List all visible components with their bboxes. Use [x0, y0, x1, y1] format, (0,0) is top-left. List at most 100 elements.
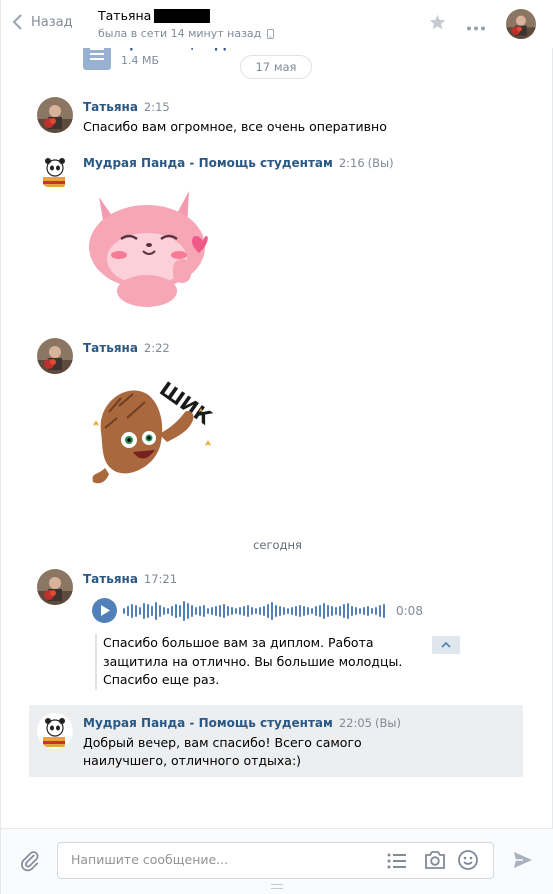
message-time[interactable]: 17:21 [144, 572, 177, 586]
waveform-bar [235, 607, 237, 614]
waveform-bar [123, 607, 125, 614]
waveform-bar [259, 606, 261, 615]
more-button[interactable] [466, 20, 486, 35]
waveform-bar [163, 606, 165, 615]
voice-message: 0:08 [92, 598, 423, 623]
waveform-bar [147, 603, 149, 618]
star-icon [429, 14, 446, 30]
waveform-bar [243, 605, 245, 616]
waveform-bar [311, 607, 313, 614]
waveform-bar [287, 607, 289, 614]
camera-icon [425, 851, 445, 869]
waveform-bar [199, 605, 201, 616]
waveform-bar [303, 605, 305, 616]
waveform-bar [215, 605, 217, 616]
peer-info[interactable]: Татьяна была в сети 14 минут назад [98, 8, 275, 40]
waveform-bar [159, 604, 161, 617]
chat-page: презентация.ppt 1.4 МБ 17 мая Татьяна2:1… [0, 0, 553, 894]
waveform-bar [127, 605, 129, 616]
chat-header: Назад Татьяна была в сети 14 минут назад [1, 0, 553, 48]
waveform-bar [167, 607, 169, 614]
author-name[interactable]: Татьяна [83, 572, 138, 586]
waveform-bar [351, 605, 353, 616]
star-button[interactable] [429, 14, 446, 34]
waveform-bar [183, 600, 185, 621]
voice-duration: 0:08 [396, 603, 423, 618]
waveform-bar [371, 607, 373, 614]
emoji-button[interactable] [457, 849, 479, 875]
smile-icon [458, 850, 478, 870]
back-button[interactable]: Назад [13, 14, 73, 30]
redacted-surname [154, 8, 211, 23]
waveform-bar [383, 603, 385, 618]
waveform-bar [279, 605, 281, 616]
message-time[interactable]: 2:15 [144, 100, 170, 114]
waveform-bar [207, 607, 209, 614]
waveform-bar [295, 605, 297, 616]
send-icon [514, 852, 532, 868]
waveform-bar [315, 605, 317, 616]
waveform-bar [299, 604, 301, 617]
avatar[interactable] [37, 97, 73, 133]
waveform-bar [323, 602, 325, 619]
author-name[interactable]: Мудрая Панда - Помощь студентам [83, 716, 333, 730]
waveform-bar [195, 606, 197, 615]
send-button[interactable] [513, 850, 533, 874]
waveform-bar [291, 606, 293, 615]
waveform-bar [343, 603, 345, 618]
attach-button[interactable] [19, 850, 41, 876]
date-separator: сегодня [253, 538, 302, 552]
waveform-bar [239, 606, 241, 615]
avatar[interactable] [37, 569, 73, 605]
waveform-bar [131, 603, 133, 618]
message-feed[interactable]: презентация.ppt 1.4 МБ 17 мая Татьяна2:1… [1, 0, 553, 828]
author-name[interactable]: Мудрая Панда - Помощь студентам [83, 156, 333, 170]
chevron-left-icon [13, 14, 22, 30]
waveform-bar [263, 605, 265, 616]
waveform-bar [275, 604, 277, 617]
message-text: Спасибо вам огромное, все очень оператив… [83, 119, 387, 134]
waveform-bar [187, 602, 189, 619]
shik-sticker[interactable]: ШИК [87, 372, 222, 498]
you-label: (Вы) [374, 716, 401, 730]
avatar[interactable] [37, 713, 73, 749]
waveform-bar [379, 604, 381, 617]
waveform-bar [135, 604, 137, 617]
waveform-bar [211, 606, 213, 615]
waveform-bar [191, 604, 193, 617]
date-separator: 17 мая [240, 55, 312, 79]
message-time[interactable]: 2:22 [144, 341, 170, 355]
templates-button[interactable] [387, 852, 407, 874]
back-label: Назад [31, 14, 73, 30]
peer-avatar[interactable] [506, 9, 536, 39]
collapse-transcript-button[interactable] [432, 636, 460, 654]
waveform-bar [247, 604, 249, 617]
waveform-bar [335, 606, 337, 615]
play-button[interactable] [92, 598, 117, 623]
waveform-bar [331, 605, 333, 616]
message-input[interactable] [71, 852, 371, 867]
voice-waveform[interactable] [123, 600, 387, 622]
voice-transcript: Спасибо большое вам за диплом. Работа за… [95, 634, 415, 690]
mobile-icon [267, 28, 275, 39]
paperclip-icon [21, 851, 39, 872]
camera-button[interactable] [424, 850, 446, 874]
avatar[interactable] [37, 338, 73, 374]
waveform-bar [267, 603, 269, 618]
waveform-bar [179, 604, 181, 617]
play-icon [100, 605, 110, 616]
message-input-box[interactable] [57, 842, 494, 879]
author-name[interactable]: Татьяна [83, 100, 138, 114]
waveform-bar [143, 602, 145, 619]
you-label: (Вы) [367, 156, 394, 170]
resize-grip[interactable] [271, 884, 283, 889]
message-time[interactable]: 2:16 [339, 156, 365, 170]
waveform-bar [367, 605, 369, 616]
avatar[interactable] [37, 153, 73, 189]
pink-cat-sticker[interactable] [85, 179, 220, 313]
waveform-bar [307, 606, 309, 615]
message-time[interactable]: 22:05 [339, 716, 372, 730]
author-name[interactable]: Татьяна [83, 341, 138, 355]
waveform-bar [319, 604, 321, 617]
waveform-bar [347, 602, 349, 619]
